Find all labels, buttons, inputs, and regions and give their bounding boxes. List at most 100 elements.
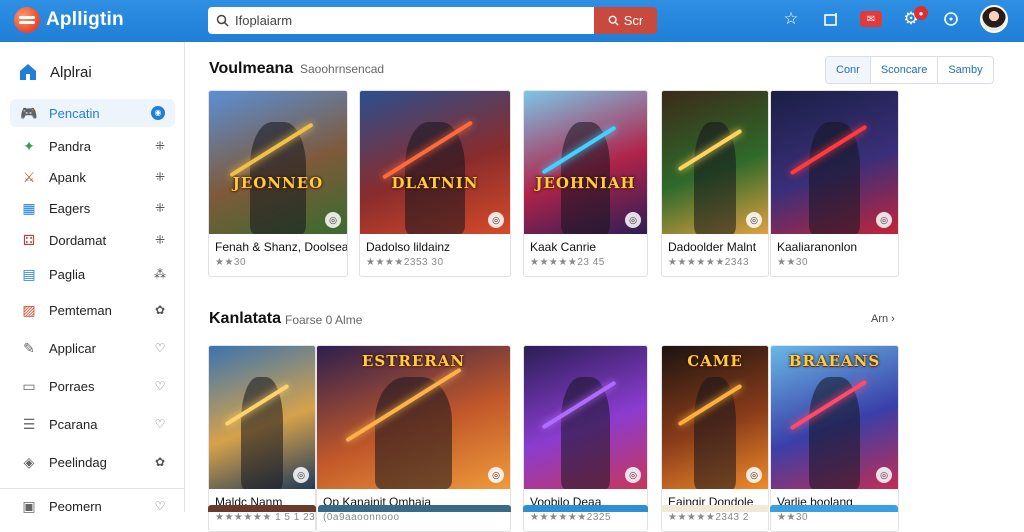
sidebar-item[interactable]: ✎ Applicar ♡ — [10, 334, 175, 362]
sidebar-item-label: Porraes — [49, 378, 95, 394]
game-thumbnail[interactable]: ESTRERAN ◎ — [317, 346, 510, 489]
logo-icon — [14, 7, 40, 33]
section-title-2: Kanlatata — [209, 310, 282, 327]
game-thumbnail[interactable]: ◎ — [524, 346, 647, 489]
sidebar-item[interactable]: ▦ Eagers ⁜ — [10, 194, 175, 222]
sidebar-item-action-icon[interactable]: ⁜ — [151, 201, 169, 215]
sidebar-divider — [0, 488, 184, 489]
sidebar-item-action-icon[interactable]: ✿ — [151, 303, 169, 317]
see-all-link[interactable]: Arn › — [871, 313, 895, 325]
next-row-card[interactable] — [318, 505, 511, 512]
game-card[interactable]: CAME ◎ Eaingir Dondole ★★★★★2343 2 — [661, 345, 769, 532]
avatar[interactable] — [980, 5, 1008, 33]
sidebar-item-action-icon[interactable]: ⁂ — [151, 267, 169, 281]
platform-badge-icon: ◎ — [625, 467, 641, 483]
game-title[interactable]: Fenah & Shanz, Doolsea — [209, 234, 347, 254]
game-thumbnail[interactable]: BRAEANS ◎ — [771, 346, 898, 489]
game-title[interactable]: Kaak Canrie — [524, 234, 647, 254]
sidebar-item-action-icon[interactable]: ⁜ — [151, 233, 169, 247]
character-art — [560, 377, 611, 489]
platform-badge-icon: ◎ — [876, 212, 892, 228]
sidebar-item[interactable]: ✦ Pandra ⁜ — [10, 132, 175, 160]
sidebar-item-label: Pemteman — [49, 302, 112, 318]
star-icon[interactable]: ☆ — [780, 8, 802, 30]
next-row-card[interactable] — [770, 505, 898, 512]
search-field[interactable] — [208, 7, 594, 34]
game-card[interactable]: JEONNEO ◎ Fenah & Shanz, Doolsea ★★30 — [208, 90, 348, 277]
sidebar-item[interactable]: ☰ Pcarana ♡ — [10, 410, 175, 438]
sidebar-home[interactable]: Alplrai — [18, 62, 92, 82]
chat-icon[interactable] — [940, 8, 962, 30]
sidebar-item[interactable]: ▨ Pemteman ✿ — [10, 296, 175, 324]
tab-3[interactable]: Samby — [938, 57, 992, 83]
game-card[interactable]: ESTRERAN ◎ Op Kanainit Omhaja (0a9aaoonnooo — [316, 345, 511, 532]
search-input[interactable] — [235, 13, 575, 28]
platform-badge-icon: ◎ — [488, 467, 504, 483]
tab-1[interactable]: Conr — [826, 57, 871, 83]
game-logo-text: ESTRERAN — [361, 351, 466, 370]
sidebar-item[interactable]: ◈ Peelindag ✿ — [10, 448, 175, 476]
search-icon — [216, 14, 229, 27]
tab-2[interactable]: Sconcare — [871, 57, 939, 83]
sidebar-item[interactable]: ▣ Peomern ♡ — [10, 492, 175, 520]
gift-icon[interactable] — [820, 8, 842, 30]
header-icons: ☆ ✉ ⚙ ● — [780, 5, 1008, 33]
sidebar-item[interactable]: ▭ Porraes ♡ — [10, 372, 175, 400]
game-rating: ★★30 — [777, 257, 809, 268]
sidebar-item[interactable]: ⚃ Dordamat ⁜ — [10, 226, 175, 254]
notification-badge: ● — [914, 6, 928, 20]
home-icon — [20, 64, 36, 80]
game-thumbnail[interactable]: DLATNIN ◎ — [360, 91, 510, 234]
next-row-card[interactable] — [661, 505, 769, 512]
sidebar-item-action-icon[interactable]: ⁜ — [151, 139, 169, 153]
top-bar: Aplligtin Scr ☆ ✉ ⚙● — [0, 0, 1024, 42]
settings-icon[interactable]: ⚙ ● — [900, 6, 928, 30]
game-thumbnail[interactable]: JEONNEO ◎ — [209, 91, 347, 234]
sidebar-item-action-icon[interactable]: ♡ — [151, 379, 169, 393]
game-thumbnail[interactable]: CAME ◎ — [662, 346, 768, 489]
sidebar-item[interactable]: ▤ Paglia ⁂ — [10, 260, 175, 288]
sidebar-item[interactable]: 🎮 Pencatin ◉ — [10, 99, 175, 127]
next-row-card[interactable] — [208, 505, 316, 512]
sidebar-item-label: Apank — [49, 169, 86, 185]
game-logo-text: CAME — [687, 351, 743, 370]
platform-badge-icon: ◎ — [488, 212, 504, 228]
sword-icon: ⚔ — [22, 168, 36, 185]
game-rating: ★★★★★2343 2 — [668, 512, 749, 523]
game-rating: ★★30 — [777, 512, 809, 523]
sidebar-home-label: Alplrai — [50, 63, 92, 81]
sidebar-item-action-icon[interactable]: ◉ — [151, 106, 165, 120]
game-title[interactable]: Dadoolder Malnt — [662, 234, 768, 254]
character-art — [809, 377, 860, 489]
game-logo-text: BRAEANS — [788, 351, 881, 370]
app-logo[interactable]: Aplligtin — [14, 7, 124, 33]
game-title[interactable]: Dadolso lildainz — [360, 234, 510, 254]
game-card[interactable]: ◎ Kaaliaranonlon ★★30 — [770, 90, 899, 277]
game-thumbnail[interactable]: ◎ — [662, 91, 768, 234]
notification-icon[interactable]: ✉ — [860, 11, 882, 27]
game-card[interactable]: JEOHNIAH ◎ Kaak Canrie ★★★★★23 45 — [523, 90, 648, 277]
sidebar-item-action-icon[interactable]: ⁜ — [151, 170, 169, 184]
sidebar-item-label: Paglia — [49, 266, 86, 282]
game-thumbnail[interactable]: ◎ — [209, 346, 315, 489]
sidebar-item[interactable]: ⚔ Apank ⁜ — [10, 163, 175, 191]
search-button[interactable]: Scr — [594, 7, 657, 34]
sidebar-item-action-icon[interactable]: ✿ — [151, 455, 169, 469]
sidebar-item-action-icon[interactable]: ♡ — [151, 499, 169, 513]
sidebar-item-label: Pcarana — [49, 416, 98, 432]
game-thumbnail[interactable]: JEOHNIAH ◎ — [524, 91, 647, 234]
next-row-card[interactable] — [523, 505, 648, 512]
sidebar-item-label: Pandra — [49, 138, 91, 154]
game-card[interactable]: ◎Maldc Nanm★★★★★★ 1 5 1 2325 — [208, 345, 316, 532]
game-title[interactable]: Kaaliaranonlon — [771, 234, 898, 254]
sidebar-item-action-icon[interactable]: ♡ — [151, 417, 169, 431]
sidebar-item-action-icon[interactable]: ♡ — [151, 341, 169, 355]
section-subtitle: Saoohrnsencad — [300, 62, 385, 76]
game-card[interactable]: BRAEANS ◎ Varlie boolang ★★30 — [770, 345, 899, 532]
game-thumbnail[interactable]: ◎ — [771, 91, 898, 234]
platform-badge-icon: ◎ — [876, 467, 892, 483]
game-card[interactable]: ◎ Voobilo Deaa ★★★★★★2325 — [523, 345, 648, 532]
section-subtitle-2: Foarse 0 Alme — [285, 313, 363, 327]
game-card[interactable]: ◎ Dadoolder Malnt ★★★★★★2343 — [661, 90, 769, 277]
game-card[interactable]: DLATNIN ◎ Dadolso lildainz ★★★★2353 30 — [359, 90, 511, 277]
